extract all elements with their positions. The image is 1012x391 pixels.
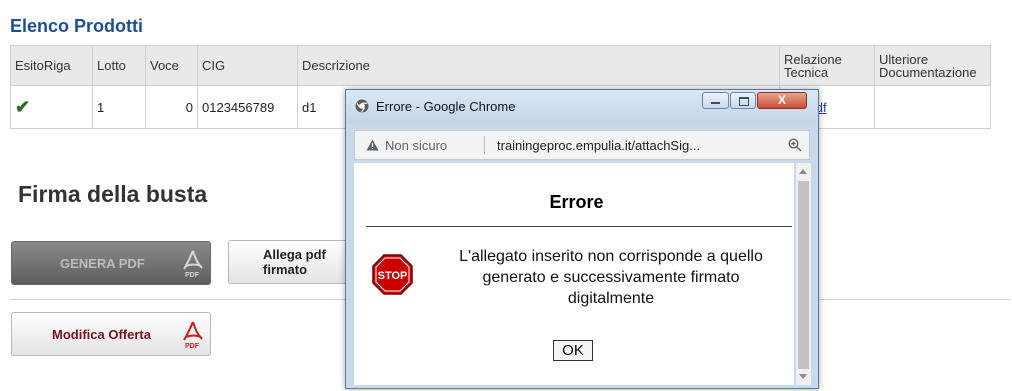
- scroll-up-arrow-icon[interactable]: [799, 169, 807, 174]
- cig-cell: 0123456789: [197, 85, 298, 129]
- popup-window-title: Errore - Google Chrome: [376, 99, 516, 114]
- close-icon: X: [777, 93, 786, 107]
- genera-pdf-button[interactable]: GENERA PDF PDF: [11, 241, 211, 285]
- svg-text:PDF: PDF: [185, 343, 200, 350]
- header-descrizione: Descrizione: [297, 45, 780, 86]
- popup-titlebar[interactable]: Errore - Google Chrome X: [346, 90, 818, 124]
- check-icon: ✔: [15, 96, 31, 117]
- genera-pdf-label: GENERA PDF: [60, 255, 145, 271]
- allega-pdf-label: Allega pdf firmato: [263, 247, 326, 277]
- scroll-thumb[interactable]: [798, 181, 809, 369]
- pdf-icon: PDF: [183, 250, 203, 279]
- header-esitoriga: EsitoRiga: [10, 45, 93, 86]
- popup-scrollbar[interactable]: [796, 163, 811, 385]
- popup-content: Errore STOP L'allegato inserito non corr…: [354, 163, 794, 385]
- security-label: Non sicuro: [385, 138, 448, 153]
- stop-icon: STOP: [372, 254, 413, 295]
- stop-icon-text: STOP: [378, 270, 408, 282]
- warning-icon: [366, 139, 379, 151]
- zoom-icon[interactable]: [788, 138, 802, 152]
- maximize-button[interactable]: [730, 92, 756, 109]
- chrome-icon: [355, 99, 369, 113]
- header-relazione-tecnica: Relazione Tecnica: [779, 45, 875, 86]
- lotto-cell: 1: [92, 85, 146, 129]
- voce-cell: 0: [145, 85, 198, 129]
- header-lotto: Lotto: [92, 45, 146, 86]
- scroll-down-arrow-icon[interactable]: [799, 374, 807, 379]
- section-title: Elenco Prodotti: [10, 16, 144, 34]
- header-cig: CIG: [197, 45, 298, 86]
- table-header-row: EsitoRiga Lotto Voce CIG Descrizione Rel…: [10, 45, 991, 86]
- esito-cell: ✔: [10, 85, 93, 129]
- address-bar[interactable]: Non sicuro trainingeproc.empulia.it/atta…: [354, 130, 810, 160]
- error-heading: Errore: [549, 192, 604, 212]
- header-ulteriore-documentazione: Ulteriore Documentazione: [874, 45, 991, 86]
- ulteriore-cell: [874, 85, 991, 129]
- minimize-button[interactable]: [702, 92, 729, 109]
- modifica-offerta-label: Modifica Offerta: [52, 326, 151, 342]
- modifica-offerta-button[interactable]: Modifica Offerta PDF: [11, 312, 211, 356]
- firma-busta-title: Firma della busta: [18, 181, 208, 207]
- ok-button[interactable]: OK: [553, 340, 593, 361]
- error-message: L'allegato inserito non corrisponde a qu…: [459, 248, 763, 307]
- allega-pdf-button[interactable]: Allega pdf firmato: [228, 240, 358, 284]
- header-voce: Voce: [145, 45, 198, 86]
- close-button[interactable]: X: [757, 92, 807, 109]
- error-popup-window: Errore - Google Chrome X Non sicuro trai…: [345, 89, 819, 389]
- url-separator: [484, 136, 485, 154]
- svg-text:PDF: PDF: [185, 272, 200, 279]
- url-text: trainingeproc.empulia.it/attachSig...: [497, 138, 701, 153]
- pdf-icon: PDF: [183, 321, 203, 350]
- error-divider: [366, 226, 792, 227]
